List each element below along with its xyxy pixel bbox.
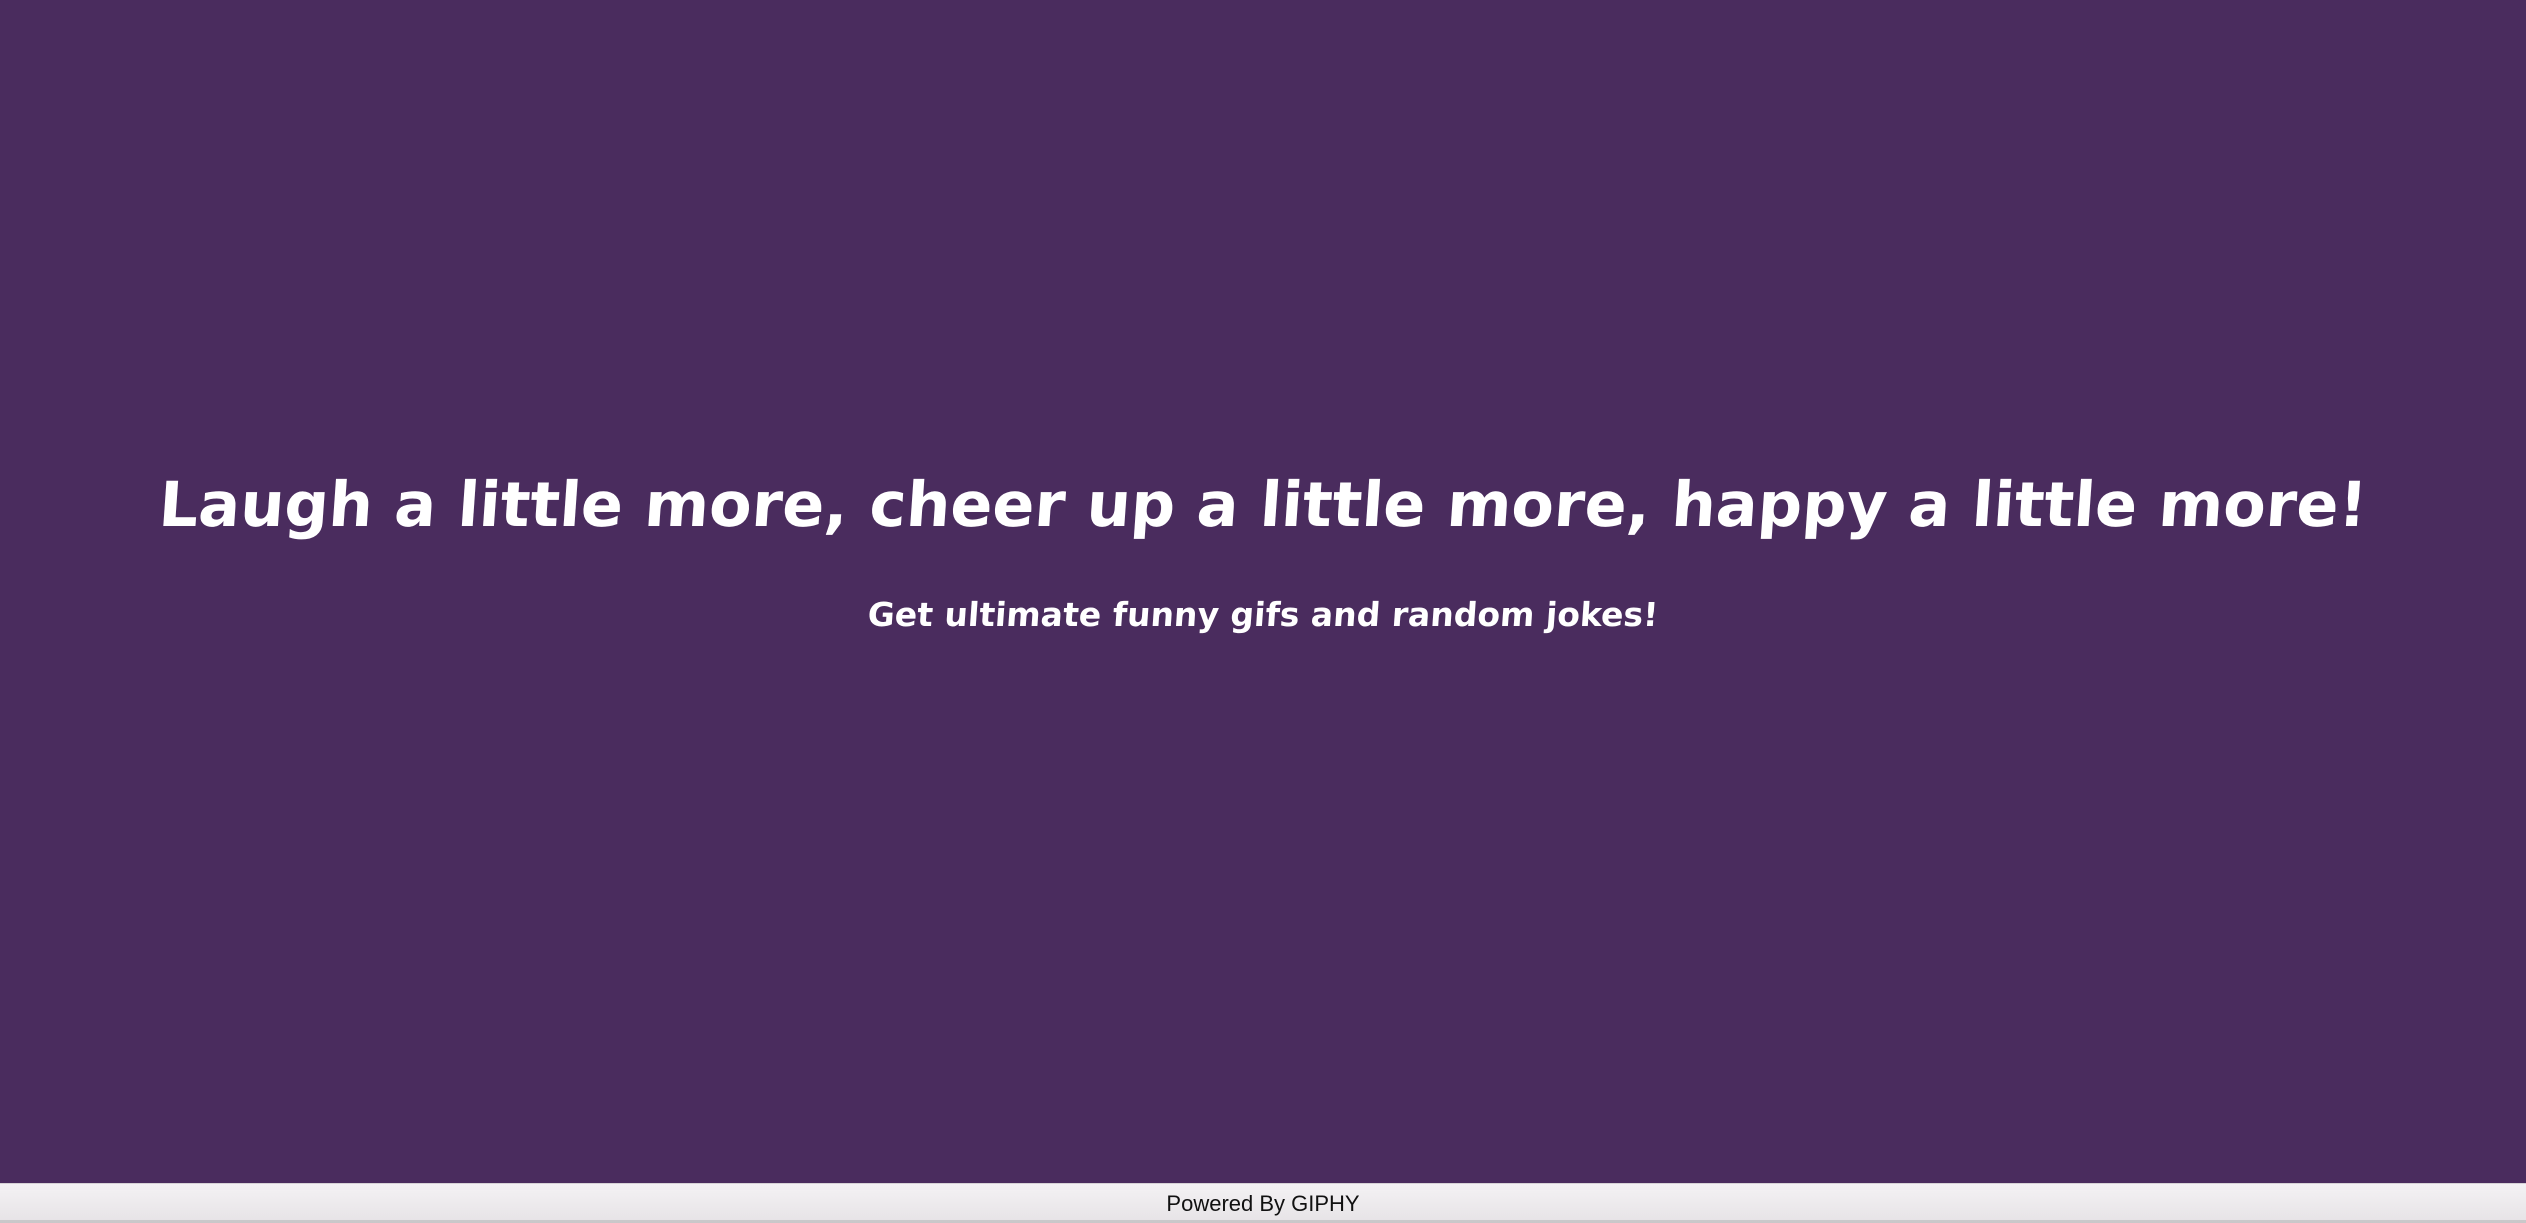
footer-bar: Powered By GIPHY [0,1183,2526,1223]
landing-page: Laugh a little more, cheer up a little m… [0,0,2526,1223]
hero-section: Laugh a little more, cheer up a little m… [0,0,2526,1183]
page-subheadline: Get ultimate funny gifs and random jokes… [866,595,1660,634]
page-headline: Laugh a little more, cheer up a little m… [156,467,2370,541]
powered-by-giphy-link[interactable]: Powered By GIPHY [1166,1191,1359,1217]
